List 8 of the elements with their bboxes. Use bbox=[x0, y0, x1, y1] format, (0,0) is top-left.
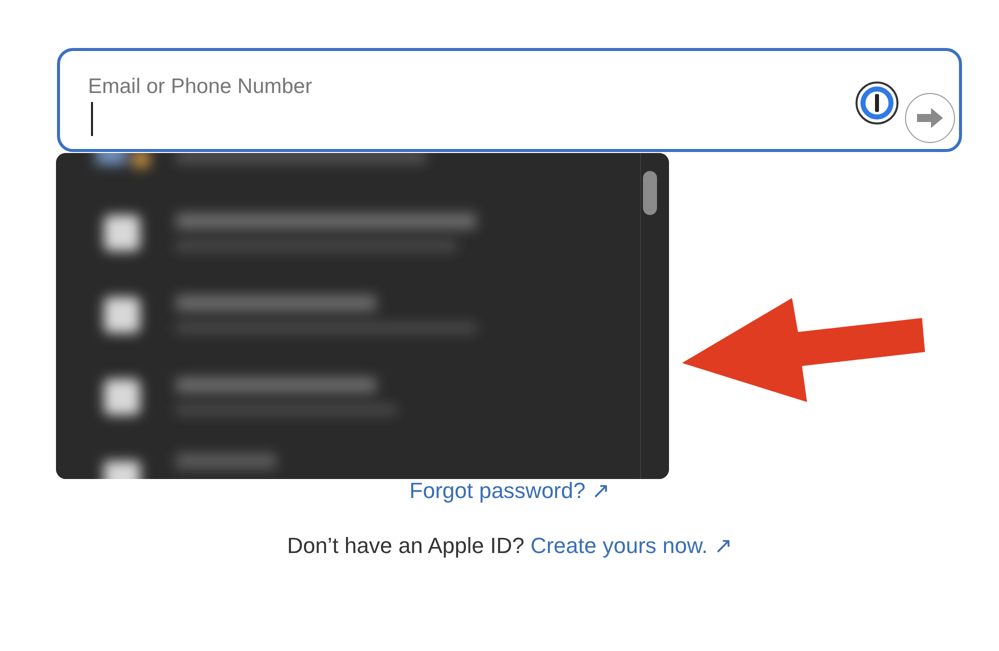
continue-button[interactable] bbox=[905, 93, 955, 143]
create-account-link[interactable]: Create yours now. ↗ bbox=[530, 533, 732, 558]
text-cursor bbox=[91, 102, 93, 136]
password-manager-icon[interactable] bbox=[855, 81, 899, 125]
email-input-box[interactable]: Email or Phone Number bbox=[57, 48, 962, 152]
arrow-icon bbox=[915, 106, 945, 130]
create-account-prompt: Don’t have an Apple ID? Create yours now. ↗ bbox=[287, 532, 732, 560]
email-field[interactable]: Email or Phone Number bbox=[88, 71, 855, 149]
